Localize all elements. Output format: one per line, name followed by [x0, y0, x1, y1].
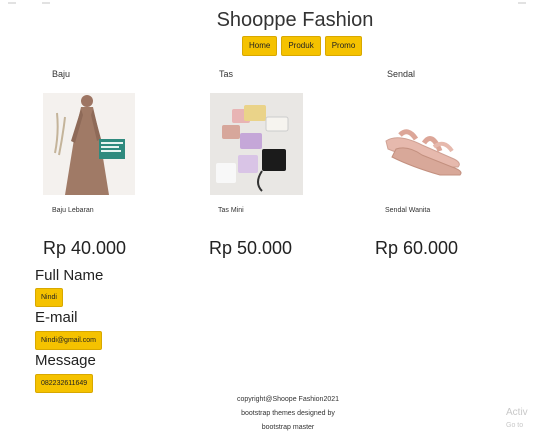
activation-watermark-sub: Go to [506, 422, 524, 429]
category-baju: Baju [52, 69, 71, 79]
email-field[interactable]: Nindi@gmail.com [35, 331, 102, 350]
category-tas: Tas [219, 69, 234, 79]
footer: copyright@Shoope Fashion2021 bootstrap t… [210, 393, 366, 435]
product-name-baju: Baju Lebaran [52, 207, 94, 214]
full-name-field[interactable]: Nindi [35, 288, 63, 307]
produk-button[interactable]: Produk [281, 36, 321, 56]
page-title: Shooppe Fashion [216, 9, 374, 31]
category-sendal: Sendal [387, 69, 416, 79]
top-border [0, 0, 536, 6]
message-label: Message [35, 352, 96, 369]
nav-bar: Home Produk Promo [242, 36, 363, 56]
full-name-label: Full Name [35, 267, 104, 284]
price-baju: Rp 40.000 [43, 238, 127, 258]
home-button[interactable]: Home [242, 36, 278, 56]
message-field[interactable]: 082232611649 [35, 374, 94, 393]
activation-watermark: Activ [506, 407, 528, 418]
footer-credit-link[interactable]: bootstrap master [210, 421, 366, 435]
bags-image[interactable] [210, 93, 303, 195]
price-sendal: Rp 60.000 [375, 238, 459, 258]
promo-button[interactable]: Promo [324, 36, 363, 56]
footer-copyright: copyright@Shoope Fashion2021 [236, 396, 340, 403]
dress-image[interactable] [43, 93, 135, 195]
footer-credit: bootstrap themes designed by [241, 410, 335, 417]
sandal-image[interactable] [378, 93, 474, 195]
price-tas: Rp 50.000 [209, 238, 293, 258]
email-label: E-mail [35, 309, 78, 326]
product-name-sendal: Sendal Wanita [385, 207, 431, 214]
product-name-tas: Tas Mini [218, 207, 244, 214]
